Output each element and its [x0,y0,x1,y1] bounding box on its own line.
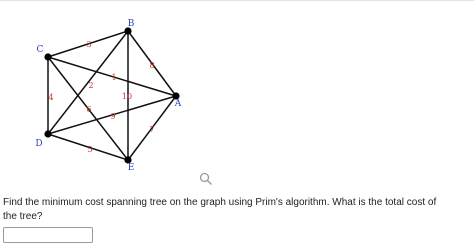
node-label-d: D [35,139,42,149]
edge-weight-d-a: 9 [110,112,115,121]
edge-weight-c-d: 4 [48,93,53,102]
node-label-e: E [128,163,135,173]
node-c [44,53,52,61]
node-label-c: C [37,45,44,55]
edge-weight-c-b: 3 [86,40,91,49]
edge-weight-a-e: 7 [149,125,154,134]
edge-weight-c-a: 1 [111,73,116,82]
edge-weight-b-d: 2 [88,81,93,90]
page: 3 8 1 2 4 6 10 9 7 5 A B C D E Find the minimum cost … [0,0,474,249]
edge-weight-b-e: 10 [122,92,132,101]
graph-figure: 3 8 1 2 4 6 10 9 7 5 A B C D E [35,19,182,173]
search-icon[interactable] [199,172,213,186]
node-d [44,130,52,138]
node-label-a: A [174,99,182,109]
answer-input[interactable] [3,227,93,243]
edge-weight-b-a: 8 [149,61,154,70]
node-label-b: B [128,19,135,29]
question-text: Find the minimum cost spanning tree on t… [3,197,437,222]
edge-weight-d-e: 5 [87,145,92,154]
edge-weight-c-e: 6 [86,105,91,114]
